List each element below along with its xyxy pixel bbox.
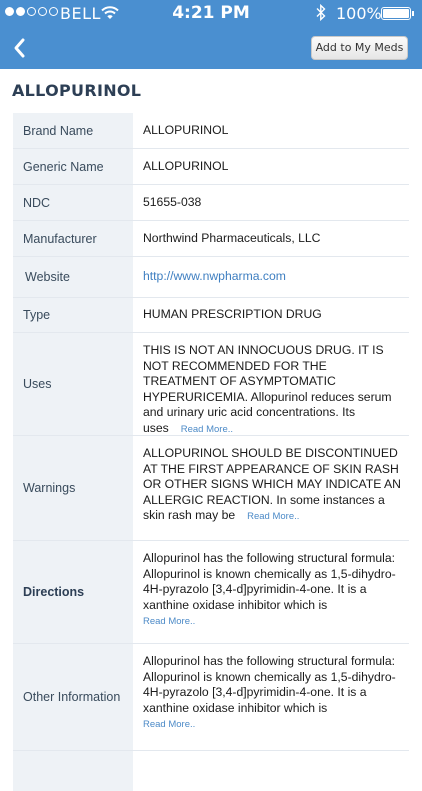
- battery-fill: [383, 9, 409, 18]
- detail-row-directions: Directions Allopurinol has the following…: [13, 541, 409, 644]
- chevron-left-icon: [14, 38, 25, 58]
- drug-details-table: Brand Name ALLOPURINOL Generic Name ALLO…: [13, 113, 409, 791]
- back-button[interactable]: [6, 33, 36, 63]
- detail-value: Northwind Pharmaceuticals, LLC: [143, 230, 321, 245]
- detail-value-empty: [133, 751, 409, 791]
- read-more-link[interactable]: Read More..: [181, 424, 233, 435]
- detail-row-warnings: Warnings ALLOPURINOL SHOULD BE DISCONTIN…: [13, 436, 409, 541]
- detail-label: NDC: [13, 185, 133, 220]
- detail-label: Brand Name: [13, 113, 133, 148]
- navigation-bar: Add to My Meds: [0, 27, 422, 69]
- detail-label: Other Information: [13, 644, 133, 750]
- detail-value-text: Allopurinol has the following structural…: [143, 551, 401, 630]
- bluetooth-icon: [316, 3, 326, 25]
- read-more-link[interactable]: Read More..: [143, 616, 195, 627]
- battery-percentage: 100%: [336, 4, 382, 23]
- detail-value: ALLOPURINOL: [143, 158, 229, 173]
- detail-label: Website: [13, 257, 133, 297]
- detail-label: Uses: [13, 333, 133, 435]
- status-bar: BELL 4:21 PM 100%: [0, 0, 422, 27]
- read-more-link[interactable]: Read More..: [247, 511, 299, 522]
- battery-icon: [381, 7, 414, 20]
- page-title: ALLOPURINOL: [12, 81, 142, 100]
- add-to-my-meds-button[interactable]: Add to My Meds: [311, 36, 408, 60]
- detail-value-cell: Allopurinol has the following structural…: [133, 541, 409, 643]
- other-information-text: Allopurinol has the following structural…: [143, 654, 396, 715]
- detail-row-other-information: Other Information Allopurinol has the fo…: [13, 644, 409, 751]
- detail-row-partial: [13, 751, 409, 791]
- detail-label: Manufacturer: [13, 221, 133, 256]
- detail-value-text: Allopurinol has the following structural…: [143, 654, 401, 733]
- uses-text: THIS IS NOT AN INNOCUOUS DRUG. IT IS NOT…: [143, 343, 392, 435]
- detail-row-generic-name: Generic Name ALLOPURINOL: [13, 149, 409, 185]
- detail-label: Warnings: [13, 436, 133, 540]
- detail-value: ALLOPURINOL: [143, 122, 229, 137]
- read-more-link[interactable]: Read More..: [143, 719, 195, 730]
- detail-row-website: Website http://www.nwpharma.com: [13, 257, 409, 298]
- detail-row-uses: Uses THIS IS NOT AN INNOCUOUS DRUG. IT I…: [13, 333, 409, 436]
- detail-value-cell: ALLOPURINOL SHOULD BE DISCONTINUED AT TH…: [133, 436, 409, 540]
- detail-value-cell: http://www.nwpharma.com: [133, 257, 409, 297]
- detail-label: Generic Name: [13, 149, 133, 184]
- detail-label-empty: [13, 751, 133, 791]
- detail-value-text: ALLOPURINOL SHOULD BE DISCONTINUED AT TH…: [143, 446, 401, 525]
- detail-value-text: THIS IS NOT AN INNOCUOUS DRUG. IT IS NOT…: [143, 343, 401, 437]
- detail-value-cell: THIS IS NOT AN INNOCUOUS DRUG. IT IS NOT…: [133, 333, 409, 435]
- detail-row-manufacturer: Manufacturer Northwind Pharmaceuticals, …: [13, 221, 409, 257]
- detail-row-ndc: NDC 51655-038: [13, 185, 409, 221]
- detail-value-cell: Allopurinol has the following structural…: [133, 644, 409, 750]
- directions-text: Allopurinol has the following structural…: [143, 551, 396, 612]
- detail-row-type: Type HUMAN PRESCRIPTION DRUG: [13, 298, 409, 333]
- detail-value: HUMAN PRESCRIPTION DRUG: [143, 307, 322, 322]
- detail-label: Type: [13, 298, 133, 332]
- detail-row-brand-name: Brand Name ALLOPURINOL: [13, 113, 409, 149]
- detail-label: Directions: [13, 541, 133, 643]
- website-link[interactable]: http://www.nwpharma.com: [143, 269, 286, 285]
- detail-value: 51655-038: [143, 194, 202, 209]
